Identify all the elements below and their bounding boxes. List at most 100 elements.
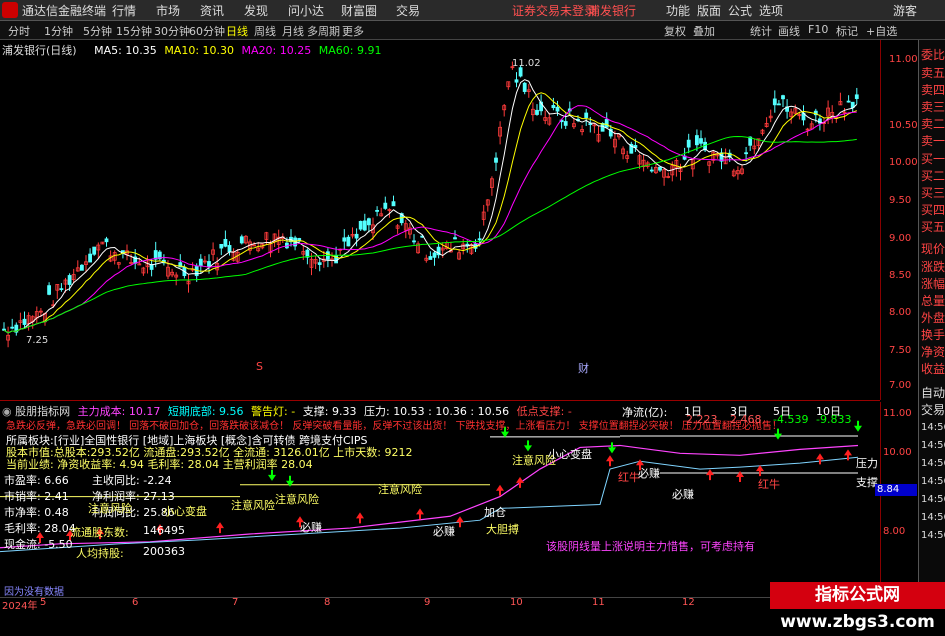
quote-label[interactable]: 买三 [921, 184, 945, 201]
quote-label[interactable]: 买五 [921, 218, 945, 235]
quote-label[interactable]: 涨跌 [921, 258, 945, 275]
quote-label[interactable]: 卖三 [921, 98, 945, 115]
tool-mark[interactable]: 标记 [836, 23, 858, 39]
menu-item-ask[interactable]: 问小达 [288, 2, 324, 19]
date-tick: 5 [40, 597, 47, 608]
quote-label[interactable]: 净资 [921, 343, 945, 360]
tab-monthly[interactable]: 月线 [282, 23, 304, 39]
price-tick: 7.50 [889, 345, 912, 356]
data-notice: 因为没有数据 [4, 587, 64, 598]
menu-layout[interactable]: 版面 [697, 2, 721, 19]
tool-restore-rights[interactable]: 复权 [664, 23, 686, 39]
menu-item-news[interactable]: 资讯 [200, 2, 224, 19]
net-flow-10d: -9.833 [816, 413, 852, 426]
tab-5min[interactable]: 5分钟 [83, 23, 112, 39]
date-tick: 7 [232, 597, 239, 608]
metrics-left: 市盈率: 6.66 市销率: 2.41 市净率: 0.48 毛利率: 28.04… [4, 472, 76, 552]
tab-1min[interactable]: 1分钟 [44, 23, 73, 39]
menu-item-wealth[interactable]: 财富圈 [341, 2, 377, 19]
quote-label[interactable]: 现价 [921, 240, 945, 257]
tab-30min[interactable]: 30分钟 [154, 23, 190, 39]
price-tick: 8.50 [889, 270, 912, 281]
candle-body [366, 218, 371, 226]
time-value: 14:56 [921, 512, 945, 523]
signal-label: 必赚 [433, 525, 455, 538]
candle-body [362, 220, 367, 231]
menu-item-discover[interactable]: 发现 [244, 2, 268, 19]
quote-label[interactable]: 卖四 [921, 81, 945, 98]
candle-body [432, 252, 437, 258]
date-tick: 12 [682, 597, 695, 608]
quote-label[interactable]: 涨幅 [921, 275, 945, 292]
quote-label[interactable]: 外盘 [921, 309, 945, 326]
tab-daily[interactable]: 日线 [226, 23, 248, 39]
quote-label[interactable]: 收益 [921, 360, 945, 377]
quote-panel: 委比 卖五 卖四 卖三 卖二 卖一 买一 买二 买三 买四 买五 现价 涨跌 涨… [918, 40, 945, 609]
menu-guest[interactable]: 游客 [893, 2, 917, 19]
candle-body [198, 258, 203, 267]
menu-item-trade[interactable]: 交易 [396, 2, 420, 19]
candle-body [317, 262, 322, 265]
menu-formula[interactable]: 公式 [728, 2, 752, 19]
menu-item-market[interactable]: 市场 [156, 2, 180, 19]
event-marker-s[interactable]: S [256, 360, 263, 373]
tool-statistics[interactable]: 统计 [750, 23, 772, 39]
sell-arrow [608, 442, 616, 454]
auto-trade-label[interactable]: 自动 [921, 384, 945, 401]
quote-label[interactable]: 卖一 [921, 132, 945, 149]
candle-body [2, 328, 6, 331]
holder-count-label: 流通股东数: [70, 526, 129, 539]
candle-body [551, 105, 556, 109]
ma-line-5 [3, 79, 858, 334]
quote-label[interactable]: 买二 [921, 167, 945, 184]
buy-arrow [706, 469, 714, 481]
tool-add-watchlist[interactable]: +自选 [866, 23, 897, 39]
quote-label[interactable]: 总量 [921, 292, 945, 309]
tool-draw-line[interactable]: 画线 [778, 23, 800, 39]
candle-body [555, 106, 560, 112]
price-tick: 11.00 [889, 54, 918, 65]
menu-item-quotes[interactable]: 行情 [112, 2, 136, 19]
signal-label: 大胆搏 [486, 523, 519, 536]
quote-label[interactable]: 卖五 [921, 64, 945, 81]
holder-count-value: 146495 [143, 524, 185, 537]
price-tick: 10.00 [889, 157, 918, 168]
login-status[interactable]: 证券交易未登录 [512, 2, 596, 19]
app-logo-icon [2, 2, 18, 18]
tab-15min[interactable]: 15分钟 [116, 23, 152, 39]
tab-60min[interactable]: 60分钟 [189, 23, 225, 39]
quote-label[interactable]: 买一 [921, 150, 945, 167]
price-tick: 7.00 [889, 380, 912, 391]
net-flow-3d: 2.468 [730, 413, 762, 426]
signal-label: 必赚 [300, 521, 322, 534]
candle-body [346, 236, 351, 247]
quote-label[interactable]: 买四 [921, 201, 945, 218]
ma20-label: MA20: 10.25 [241, 44, 312, 57]
time-value: 14:56 [921, 458, 945, 469]
candle-body [358, 220, 363, 230]
quote-label[interactable]: 卖二 [921, 115, 945, 132]
stock-name-status: 浦发银行 [588, 4, 637, 18]
auto-trade-label[interactable]: 交易 [921, 401, 945, 418]
candle-body [535, 109, 539, 115]
pressure-label: 压力 [856, 457, 878, 470]
net-flow-label: 净流(亿): [622, 406, 668, 419]
menu-function[interactable]: 功能 [666, 2, 690, 19]
stock-label: 浦发银行(日线) [2, 44, 77, 57]
menu-options[interactable]: 选项 [759, 2, 783, 19]
quote-label[interactable]: 换手 [921, 326, 945, 343]
tool-overlay[interactable]: 叠加 [693, 23, 715, 39]
tool-f10[interactable]: F10 [808, 23, 828, 36]
net-flow-1d: 2.223 [686, 413, 718, 426]
tab-weekly[interactable]: 周线 [254, 23, 276, 39]
tab-intraday[interactable]: 分时 [8, 23, 30, 39]
tab-more[interactable]: 更多 [342, 23, 364, 39]
event-marker-finance[interactable]: 财 [578, 360, 589, 376]
quote-label[interactable]: 委比 [921, 46, 945, 63]
price-chart[interactable] [0, 40, 880, 400]
candle-body [494, 157, 498, 163]
tab-multi-period[interactable]: 多周期 [307, 23, 340, 39]
candle-body [777, 103, 781, 106]
bottom-note: 该股阴线量上涨说明主力惜售，可考虑持有 [546, 540, 755, 553]
date-tick: 2024年 [2, 601, 38, 612]
